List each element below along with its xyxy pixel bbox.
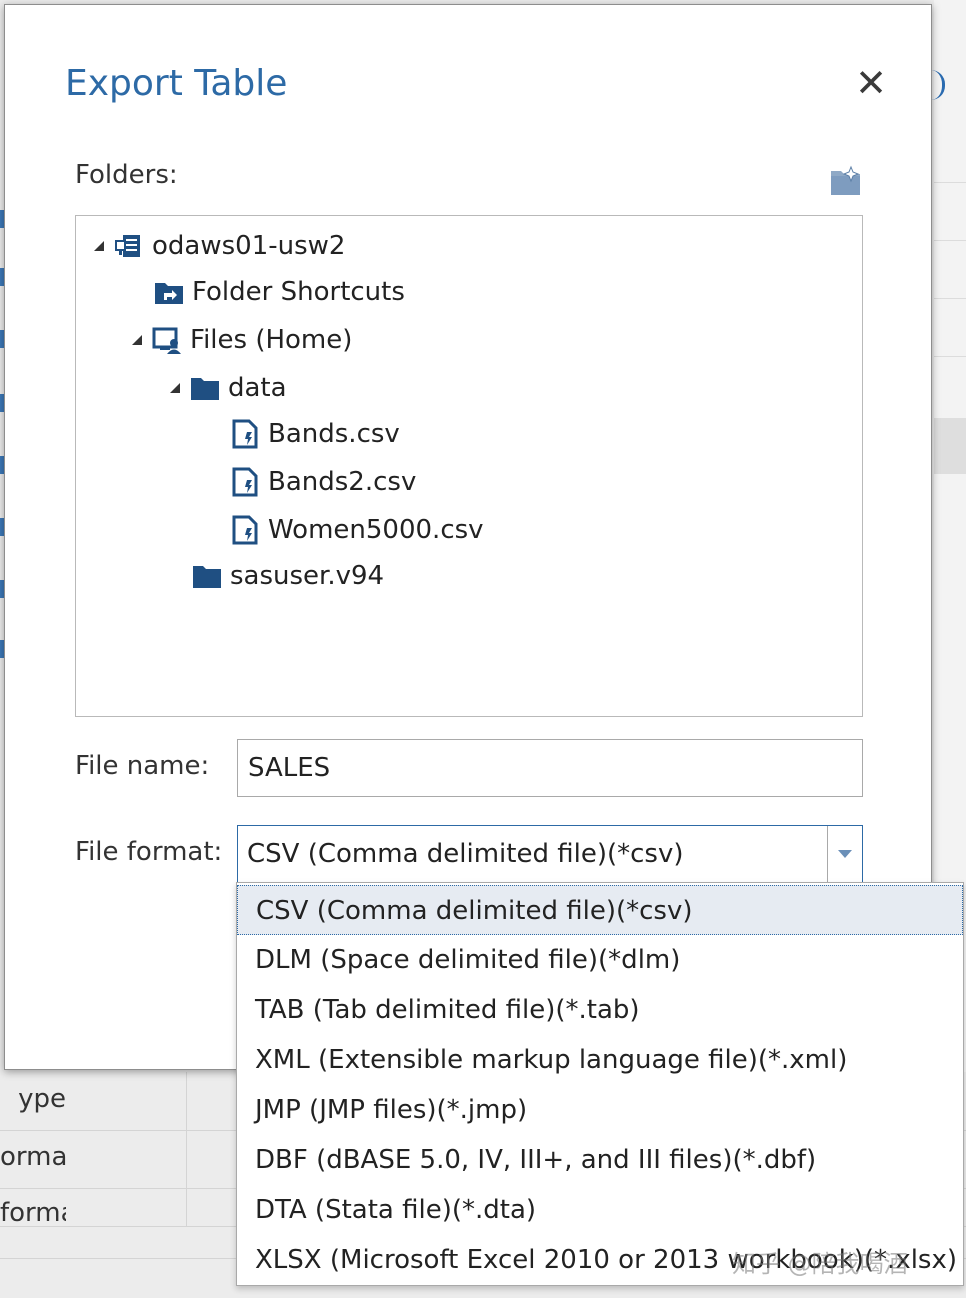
file-format-option[interactable]: CSV (Comma delimited file)(*csv) — [237, 885, 963, 935]
file-name-label: File name: — [75, 751, 210, 781]
file-format-dropdown-button[interactable] — [827, 826, 862, 882]
file-format-options-list[interactable]: CSV (Comma delimited file)(*csv) DLM (Sp… — [236, 882, 964, 1286]
file-icon — [232, 467, 258, 497]
new-folder-icon[interactable] — [829, 165, 863, 197]
file-format-option[interactable]: JMP (JMP files)(*.jmp) — [237, 1085, 963, 1135]
tree-node-sasuser[interactable]: sasuser.v94 — [192, 556, 384, 596]
tree-node-label: Bands.csv — [268, 419, 400, 449]
file-name-input[interactable] — [237, 739, 863, 797]
file-format-option[interactable]: DBF (dBASE 5.0, IV, III+, and III files)… — [237, 1135, 963, 1185]
folder-icon — [191, 378, 219, 400]
watermark: 知乎 @陪我喝酒 — [732, 1250, 908, 1278]
background-row-label: ype — [18, 1084, 66, 1114]
file-format-option[interactable]: TAB (Tab delimited file)(*.tab) — [237, 985, 963, 1035]
folder-icon — [193, 566, 221, 588]
file-format-option[interactable]: XML (Extensible markup language file)(*.… — [237, 1035, 963, 1085]
tree-node-server[interactable]: odaws01-usw2 — [92, 226, 345, 266]
home-files-icon — [152, 327, 181, 354]
background-row-label: format — [0, 1198, 66, 1228]
tree-node-files-home[interactable]: Files (Home) — [130, 320, 352, 360]
close-icon[interactable]: ✕ — [851, 63, 891, 103]
tree-node-label: Bands2.csv — [268, 467, 417, 497]
tree-node-file[interactable]: Bands2.csv — [230, 462, 416, 502]
folders-label: Folders: — [75, 160, 178, 190]
background-selected-row — [934, 418, 966, 474]
file-format-option[interactable]: DLM (Space delimited file)(*dlm) — [237, 935, 963, 985]
tree-node-data[interactable]: data — [168, 368, 287, 408]
expanded-triangle-icon[interactable] — [168, 381, 182, 395]
file-icon — [232, 515, 258, 545]
file-format-selected-value: CSV (Comma delimited file)(*csv) — [247, 839, 684, 869]
tree-node-folder-shortcuts[interactable]: Folder Shortcuts — [154, 272, 405, 312]
file-format-label: File format: — [75, 837, 223, 867]
expanded-triangle-icon[interactable] — [130, 333, 144, 347]
folder-tree[interactable]: odaws01-usw2 Folder Shortcuts Files (Hom… — [75, 215, 863, 717]
server-icon — [115, 235, 140, 257]
tree-node-label: sasuser.v94 — [230, 561, 385, 591]
file-format-select[interactable]: CSV (Comma delimited file)(*csv) — [237, 825, 863, 883]
tree-node-file[interactable]: Women5000.csv — [230, 510, 484, 550]
file-icon — [232, 419, 258, 449]
file-format-option[interactable]: DTA (Stata file)(*.dta) — [237, 1185, 963, 1235]
tree-node-label: Folder Shortcuts — [192, 277, 405, 307]
dialog-title: Export Table — [65, 63, 288, 104]
background-row-label: ormat — [0, 1142, 66, 1172]
tree-node-label: odaws01-usw2 — [152, 231, 346, 261]
expanded-triangle-icon[interactable] — [92, 239, 106, 253]
chevron-down-icon — [838, 850, 852, 858]
tree-node-label: data — [228, 373, 287, 403]
tree-node-file[interactable]: Bands.csv — [230, 414, 400, 454]
tree-node-label: Women5000.csv — [268, 515, 484, 545]
tree-node-label: Files (Home) — [190, 325, 353, 355]
folder-shortcut-icon — [155, 283, 183, 304]
